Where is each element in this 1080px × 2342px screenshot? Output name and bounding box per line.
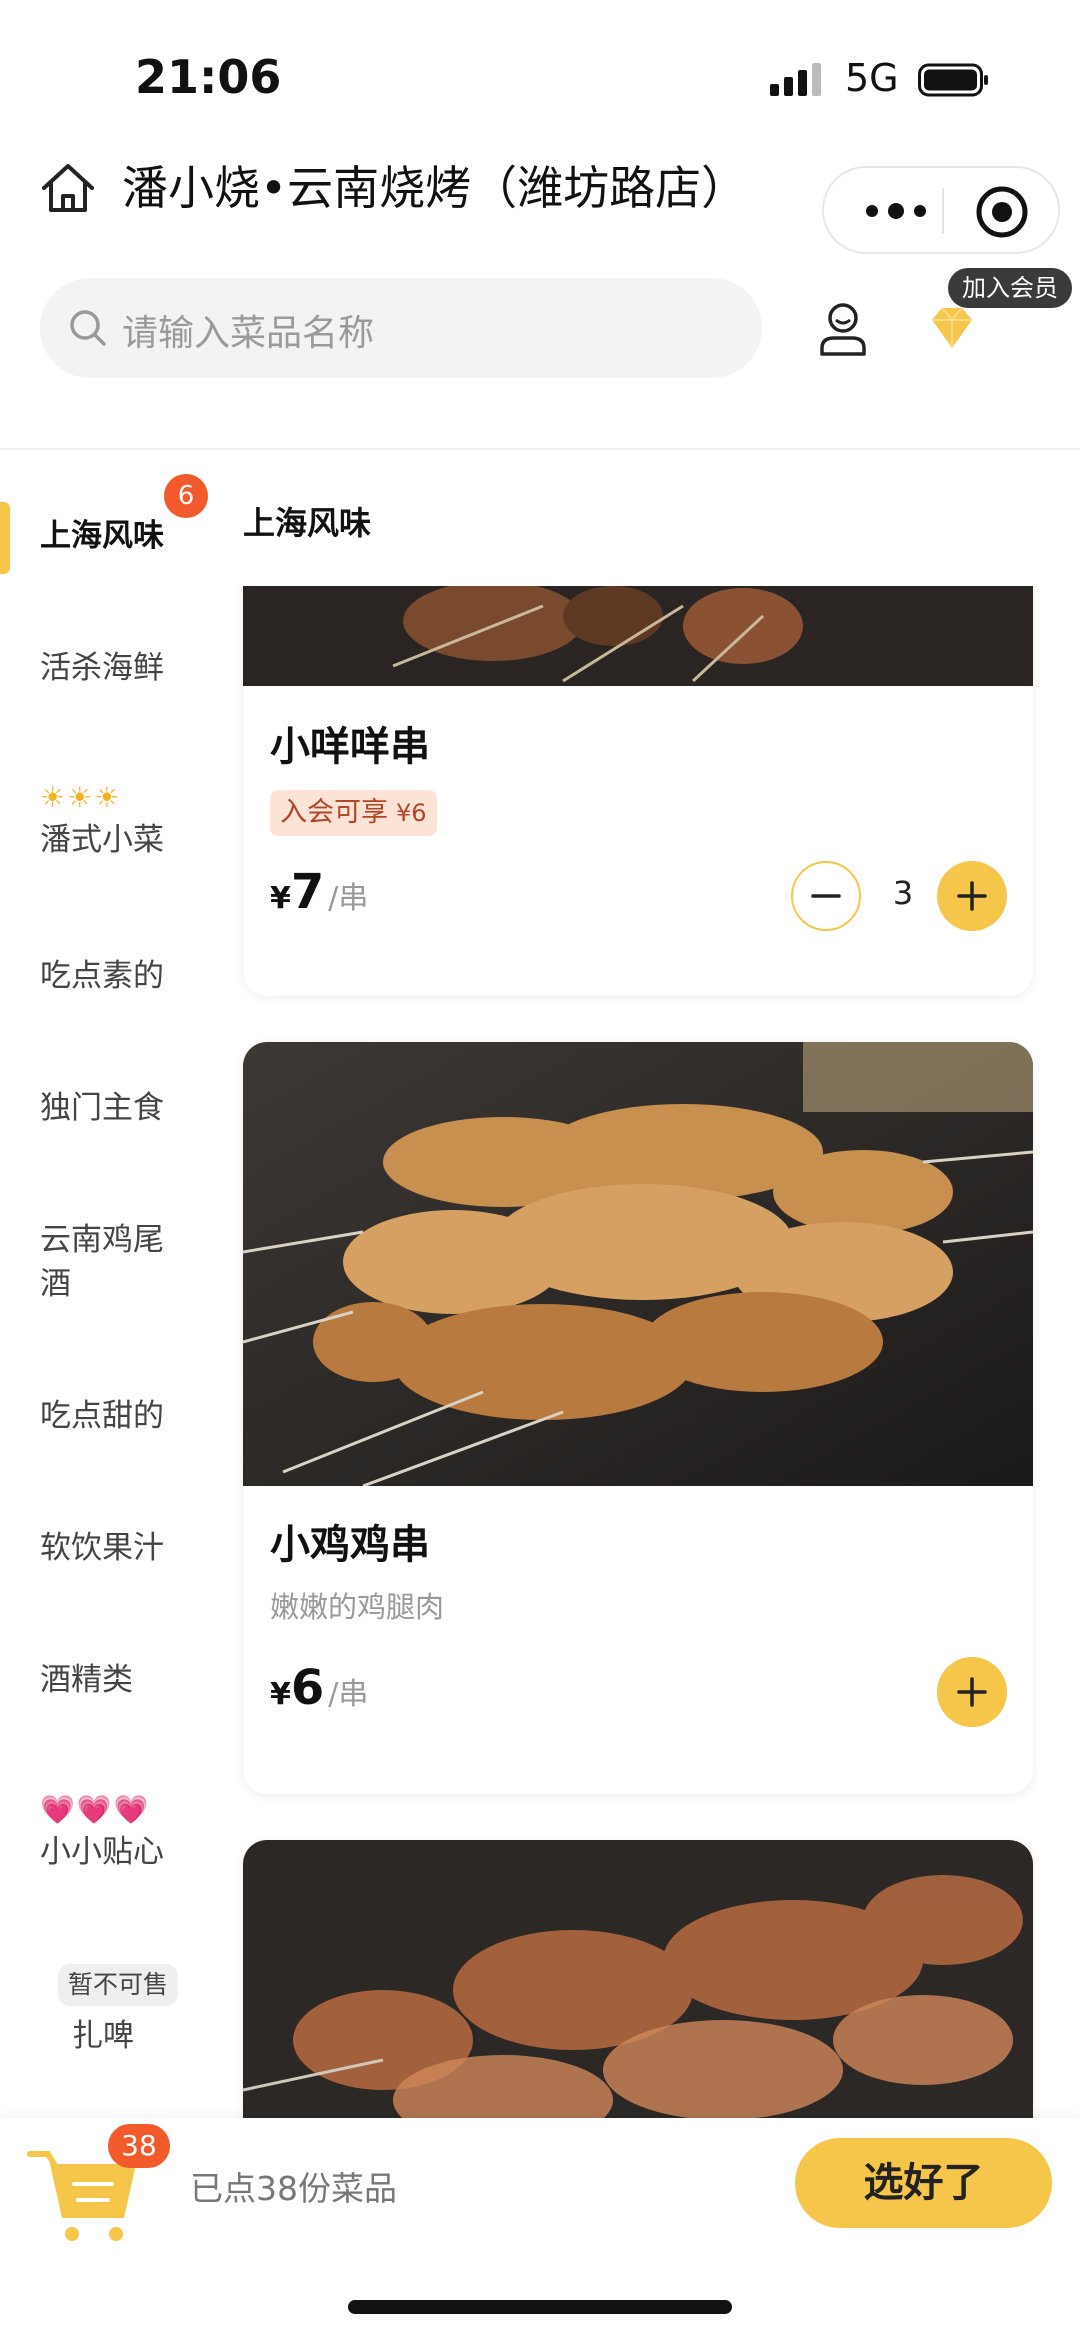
active-category-indicator [0,502,10,574]
checkout-button[interactable]: 选好了 [795,2138,1052,2228]
category-count-badge: 6 [164,474,208,518]
network-label: 5G [845,56,899,100]
close-miniprogram-icon[interactable] [974,184,1030,240]
category-alcohol[interactable]: 酒精类 [40,1658,230,1702]
search-icon [70,310,106,346]
dish-description: 嫩嫩的鸡腿肉 [270,1590,445,1624]
category-soft-drinks[interactable]: 软饮果汁 [40,1526,230,1570]
cart-count-badge: 38 [108,2124,170,2168]
category-label: 独门主食 [40,1090,164,1126]
price-unit: /串 [328,1677,369,1712]
dish-card[interactable]: 小咩咩串 入会可享 ¥6 ¥7/串 3 [243,586,1033,996]
promo-price: ¥6 [396,799,427,827]
header-divider [0,448,1080,450]
dish-card[interactable] [243,1840,1033,2120]
heart-emoji-icons: 💗💗💗 [40,1793,151,1826]
dish-price: 7 [290,864,325,920]
dish-price: 6 [290,1660,325,1716]
currency-symbol: ¥ [270,881,291,916]
join-member-tag[interactable]: 加入会员 [948,268,1072,308]
search-input[interactable]: 请输入菜品名称 [40,278,762,378]
dish-name: 小咩咩串 [270,724,430,770]
more-icon[interactable] [856,188,936,234]
increase-quantity-button[interactable] [937,861,1007,931]
member-promo-tag: 入会可享 ¥6 [270,790,437,836]
decrease-quantity-button[interactable] [791,861,861,931]
dish-image [243,586,1033,686]
category-label: 酒精类 [40,1662,133,1698]
signal-icon [770,63,821,96]
price-unit: /串 [328,881,369,916]
diamond-icon[interactable] [924,300,980,356]
dish-card[interactable]: 小鸡鸡串 嫩嫩的鸡腿肉 ¥6/串 [243,1042,1033,1794]
category-label: 上海风味 [40,518,164,554]
dish-list: 小咩咩串 入会可享 ¥6 ¥7/串 3 小鸡鸡串 嫩嫩的鸡腿肉 ¥6 /串 [230,586,1080,2120]
category-label: 小小贴心 [40,1834,164,1870]
category-seafood[interactable]: 活杀海鲜 [40,646,230,690]
promo-text: 入会可享 [280,797,388,828]
price-row: ¥7/串 [270,864,368,920]
category-label: 云南鸡尾酒 [40,1222,164,1302]
user-icon[interactable] [812,298,874,360]
dish-name: 小鸡鸡串 [270,1522,430,1568]
category-label: 潘式小菜 [40,822,164,858]
section-title: 上海风味 [243,504,372,542]
status-bar: 21:06 5G [0,0,1080,150]
add-to-cart-button[interactable] [937,1657,1007,1727]
category-label: 扎啤 [72,2018,134,2054]
home-icon[interactable] [38,160,98,216]
quantity-value: 3 [892,874,914,912]
capsule-divider [942,188,944,234]
category-vegetarian[interactable]: 吃点素的 [40,954,230,998]
category-cocktails[interactable]: 云南鸡尾酒 [40,1218,180,1306]
category-label: 软饮果汁 [40,1530,164,1566]
shop-title: 潘小烧•云南烧烤（潍坊路店） [122,161,748,215]
home-indicator [348,2300,732,2314]
sun-emoji-icons: ☀☀☀ [40,781,122,814]
category-shanghai[interactable]: 上海风味 [40,514,230,558]
plus-icon [957,881,987,911]
category-label: 吃点甜的 [40,1398,164,1434]
unavailable-tag: 暂不可售 [58,1964,179,2006]
category-label: 吃点素的 [40,958,164,994]
category-side-dishes[interactable]: ☀☀☀ 潘式小菜 [40,778,230,862]
dish-image [243,1840,1033,2120]
plus-icon [957,1677,987,1707]
category-label: 活杀海鲜 [40,650,164,686]
dish-image [243,1042,1033,1486]
category-extras[interactable]: 💗💗💗 小小贴心 [40,1790,230,1874]
category-desserts[interactable]: 吃点甜的 [40,1394,230,1438]
miniprogram-capsule [822,166,1060,254]
currency-symbol: ¥ [270,1677,291,1712]
status-time: 21:06 [135,50,282,104]
cart-summary: 已点38份菜品 [190,2169,397,2208]
search-placeholder: 请输入菜品名称 [122,313,375,354]
battery-icon [918,63,988,97]
minus-icon [811,894,841,898]
category-staple[interactable]: 独门主食 [40,1086,230,1130]
price-row: ¥6/串 [270,1660,368,1716]
